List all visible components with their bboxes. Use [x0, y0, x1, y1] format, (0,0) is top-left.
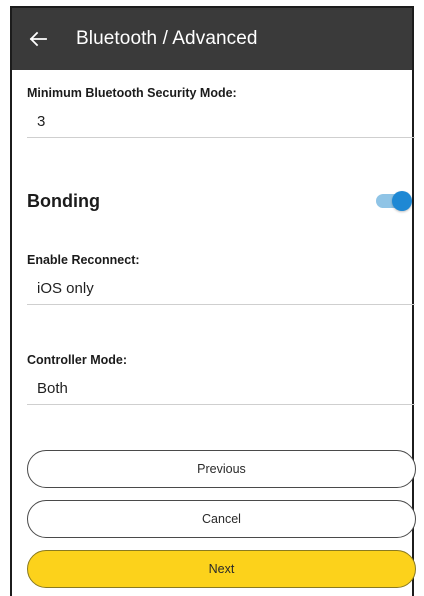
security-mode-field: Minimum Bluetooth Security Mode: 3: [27, 86, 415, 138]
bonding-toggle[interactable]: [374, 190, 414, 212]
reconnect-label: Enable Reconnect:: [27, 253, 140, 267]
device-frame: Bluetooth / Advanced Minimum Bluetooth S…: [10, 6, 416, 596]
page-title: Bluetooth / Advanced: [76, 28, 258, 49]
security-mode-label: Minimum Bluetooth Security Mode:: [27, 86, 237, 100]
reconnect-field: Enable Reconnect: iOS only: [27, 253, 415, 305]
reconnect-select[interactable]: iOS only: [27, 275, 415, 305]
controller-mode-label: Controller Mode:: [27, 353, 127, 367]
back-button[interactable]: [16, 8, 60, 70]
controller-mode-field: Controller Mode: Both: [27, 353, 415, 405]
next-button[interactable]: Next: [27, 550, 416, 588]
app-bar: Bluetooth / Advanced: [12, 8, 412, 70]
bonding-row: Bonding: [27, 186, 416, 216]
cancel-button[interactable]: Cancel: [27, 500, 416, 538]
controller-mode-select[interactable]: Both: [27, 375, 415, 405]
previous-button[interactable]: Previous: [27, 450, 416, 488]
toggle-thumb: [392, 191, 412, 211]
bonding-label: Bonding: [27, 190, 100, 211]
security-mode-input[interactable]: 3: [27, 108, 415, 138]
arrow-left-icon: [29, 31, 47, 47]
